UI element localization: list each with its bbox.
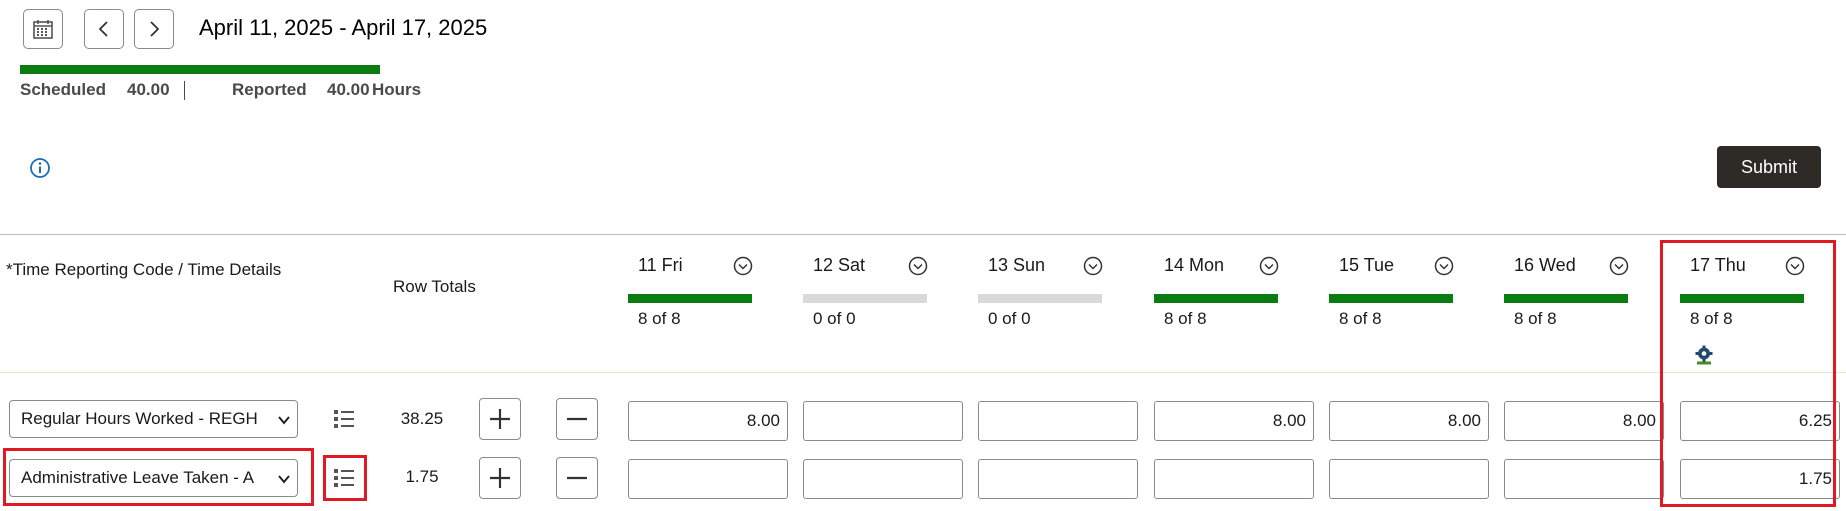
- row-totals-header: Row Totals: [393, 277, 476, 296]
- time-entry-input[interactable]: 8.00: [628, 401, 788, 441]
- day-header-label: 13 Sun: [988, 255, 1046, 275]
- chevron-down-circle-icon[interactable]: [1259, 256, 1279, 276]
- submit-button[interactable]: Submit: [1717, 146, 1821, 188]
- row-total: 38.25: [400, 409, 444, 428]
- day-header-label: 14 Mon: [1164, 255, 1225, 275]
- minus-icon: [567, 476, 587, 480]
- day-hours-status: 8 of 8: [1514, 309, 1557, 328]
- info-icon[interactable]: [29, 157, 51, 179]
- reported-label: Reported: [232, 80, 307, 99]
- details-list-icon[interactable]: [333, 408, 355, 430]
- day-progress-track: [803, 294, 927, 303]
- day-progress-fill: [1154, 294, 1278, 303]
- time-entry-input[interactable]: [1329, 459, 1489, 499]
- day-hours-status: 8 of 8: [638, 309, 681, 328]
- trc-select-regular-hours[interactable]: Regular Hours Worked - REGH: [9, 400, 298, 438]
- day-progress-fill: [1329, 294, 1453, 303]
- calendar-button[interactable]: [23, 9, 63, 49]
- minus-icon: [567, 417, 587, 421]
- trc-select-value: Regular Hours Worked - REGH: [21, 409, 258, 428]
- time-entry-input[interactable]: [803, 459, 963, 499]
- add-row-button[interactable]: [479, 398, 521, 440]
- plus-icon: [490, 409, 510, 429]
- chevron-down-circle-icon[interactable]: [908, 256, 928, 276]
- highlight-details-icon: [323, 455, 367, 501]
- time-entry-input[interactable]: 8.00: [1329, 401, 1489, 441]
- plus-icon: [490, 468, 510, 488]
- hours-label: Hours: [372, 80, 422, 99]
- day-progress-fill: [628, 294, 752, 303]
- summary-progress-bar: [20, 65, 380, 74]
- chevron-down-circle-icon[interactable]: [1609, 256, 1629, 276]
- time-entry-input[interactable]: [978, 459, 1138, 499]
- day-hours-status: 8 of 8: [1339, 309, 1382, 328]
- add-row-button[interactable]: [479, 457, 521, 499]
- chevron-down-circle-icon[interactable]: [733, 256, 753, 276]
- time-entry-input[interactable]: [628, 459, 788, 499]
- date-range-title: April 11, 2025 - April 17, 2025: [199, 15, 488, 40]
- day-header-label: 12 Sat: [813, 255, 866, 275]
- time-entry-input[interactable]: [978, 401, 1138, 441]
- chevron-down-circle-icon[interactable]: [1434, 256, 1454, 276]
- day-hours-status: 0 of 0: [988, 309, 1031, 328]
- highlight-thursday-column: [1660, 240, 1836, 507]
- day-header-label: 11 Fri: [638, 255, 683, 275]
- day-header-label: 15 Tue: [1339, 255, 1395, 275]
- chevron-down-icon: [278, 416, 290, 425]
- scheduled-value: 40.00: [127, 80, 170, 99]
- time-entry-input[interactable]: [1154, 459, 1314, 499]
- previous-period-button[interactable]: [84, 9, 124, 49]
- day-hours-status: 0 of 0: [813, 309, 856, 328]
- chevron-right-icon: [150, 21, 160, 37]
- scheduled-label: Scheduled: [20, 80, 106, 99]
- divider: [0, 234, 1846, 235]
- header-divider: [0, 372, 1846, 373]
- day-progress-track: [978, 294, 1102, 303]
- time-entry-input[interactable]: 8.00: [1154, 401, 1314, 441]
- day-hours-status: 8 of 8: [1164, 309, 1207, 328]
- time-entry-input[interactable]: [1504, 459, 1664, 499]
- delete-row-button[interactable]: [556, 398, 598, 440]
- row-total: 1.75: [405, 467, 439, 486]
- highlight-trc-select: [3, 448, 314, 506]
- time-entry-input[interactable]: [803, 401, 963, 441]
- reported-value: 40.00: [327, 80, 370, 99]
- summary-divider: [184, 81, 185, 100]
- calendar-icon: [33, 20, 53, 39]
- time-entry-input[interactable]: 8.00: [1504, 401, 1664, 441]
- chevron-left-icon: [98, 21, 108, 37]
- next-period-button[interactable]: [134, 9, 174, 49]
- day-progress-fill: [1504, 294, 1628, 303]
- delete-row-button[interactable]: [556, 457, 598, 499]
- chevron-down-circle-icon[interactable]: [1083, 256, 1103, 276]
- trc-column-header: *Time Reporting Code / Time Details: [6, 260, 282, 279]
- day-header-label: 16 Wed: [1514, 255, 1576, 275]
